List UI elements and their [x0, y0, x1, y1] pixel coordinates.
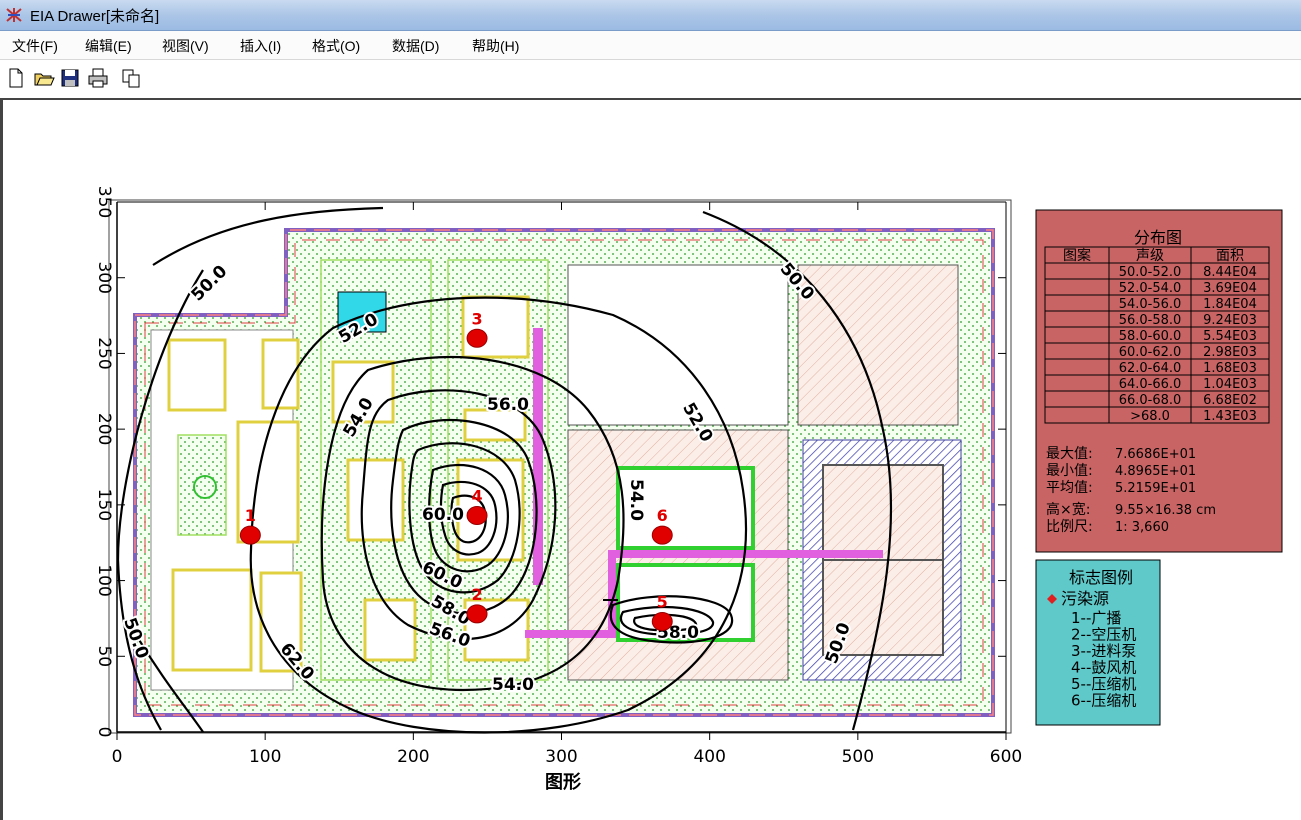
- noise-source-label: 4: [471, 486, 482, 505]
- save-icon[interactable]: [59, 67, 81, 89]
- legend-stat-label: 最小值:: [1046, 463, 1093, 479]
- title-bar: EIA Drawer[未命名]: [0, 0, 1301, 31]
- marker-legend-item: 6--压缩机: [1071, 692, 1136, 710]
- copy-icon[interactable]: [120, 67, 142, 89]
- legend-title: 分布图: [1134, 228, 1182, 247]
- legend-header: 图案: [1063, 247, 1091, 264]
- menu-file[interactable]: 文件(F): [12, 36, 58, 56]
- contour-label: 60.0: [422, 505, 464, 525]
- legend-area: 3.69E04: [1203, 281, 1257, 296]
- legend-stat-value: 4.8965E+01: [1115, 464, 1196, 479]
- x-tick-label: 300: [545, 747, 577, 767]
- legend-header: 声级: [1136, 248, 1164, 264]
- noise-source-label: 6: [657, 506, 668, 525]
- x-axis-label: 图形: [545, 772, 581, 793]
- menu-edit[interactable]: 编辑(E): [85, 36, 132, 56]
- legend-range: 64.0-66.0: [1119, 377, 1182, 392]
- legend-stat-label: 比例尺:: [1046, 519, 1093, 535]
- menu-help[interactable]: 帮助(H): [472, 36, 519, 56]
- new-icon[interactable]: [5, 67, 27, 89]
- print-icon[interactable]: [87, 67, 109, 89]
- x-tick-label: 0: [112, 747, 123, 767]
- y-tick-label: 100: [94, 564, 114, 596]
- marker-legend-item: 3--进料泵: [1071, 642, 1136, 660]
- y-tick-label: 0: [94, 727, 114, 738]
- y-tick-label: 50: [94, 645, 114, 667]
- legend-area: 1.43E03: [1203, 409, 1257, 424]
- noise-source-label: 3: [471, 309, 482, 328]
- noise-source-label: 2: [471, 585, 482, 604]
- legend-range: 66.0-68.0: [1119, 393, 1182, 408]
- legend-range: 60.0-62.0: [1119, 345, 1182, 360]
- menu-data[interactable]: 数据(D): [392, 36, 439, 56]
- marker-legend-title: 标志图例: [1069, 568, 1133, 587]
- drawing-canvas[interactable]: 0 100 200 300 400 500 600 0 50 100 150 200 250 300 35…: [0, 100, 1301, 820]
- legend-stat-label: 平均值:: [1046, 480, 1093, 496]
- x-tick-label: 400: [693, 747, 725, 767]
- legend-stat-label: 最大值:: [1046, 446, 1093, 462]
- x-tick-label: 100: [249, 747, 281, 767]
- contour-label: 54.0: [492, 675, 534, 695]
- legend-range: 62.0-64.0: [1119, 361, 1182, 376]
- contour-label: 54.0: [626, 479, 646, 521]
- legend-area: 5.54E03: [1203, 329, 1257, 344]
- legend-area: 6.68E02: [1203, 393, 1257, 408]
- legend-stat-label: 高×宽:: [1046, 501, 1090, 518]
- marker-legend-item: 5--压缩机: [1071, 675, 1136, 693]
- legend-area: 2.98E03: [1203, 345, 1257, 360]
- site-plan: [108, 199, 1012, 734]
- marker-legend-item: 1--广播: [1071, 609, 1121, 627]
- x-tick-label: 200: [397, 747, 429, 767]
- menu-format[interactable]: 格式(O): [312, 36, 360, 56]
- legend-range: 50.0-52.0: [1119, 265, 1182, 280]
- y-tick-label: 350: [94, 186, 114, 218]
- legend-area: 9.24E03: [1203, 313, 1257, 328]
- y-tick-label: 200: [94, 413, 114, 445]
- x-tick-label: 500: [842, 747, 874, 767]
- x-tick-label: 600: [990, 747, 1022, 767]
- legend-stat-value: 5.2159E+01: [1115, 481, 1196, 496]
- noise-source-marker[interactable]: [466, 328, 488, 348]
- legend-header: 面积: [1216, 248, 1244, 264]
- toolbar: [0, 60, 1301, 100]
- y-tick-label: 250: [94, 337, 114, 369]
- noise-source-marker[interactable]: [239, 525, 261, 545]
- noise-source-label: 5: [657, 592, 668, 611]
- legend-area: 1.68E03: [1203, 361, 1257, 376]
- legend-area: 8.44E04: [1203, 265, 1257, 280]
- marker-legend-item: 2--空压机: [1071, 626, 1136, 644]
- menu-view[interactable]: 视图(V): [162, 36, 209, 56]
- y-tick-label: 150: [94, 489, 114, 521]
- legend-range: 56.0-58.0: [1119, 313, 1182, 328]
- contour-map: 0 100 200 300 400 500 600 05010015020025030035…: [94, 186, 1283, 793]
- distribution-legend: 分布图 图案 声级 面积 50.0-52.0 8.44E04 52.0-54.0 3.69E…: [1035, 209, 1283, 553]
- window-title: EIA Drawer[未命名]: [30, 8, 160, 25]
- legend-stat-value: 7.6686E+01: [1115, 447, 1196, 462]
- marker-legend: 标志图例 污染源 1--广播2--空压机3--进料泵4--鼓风机5--压缩机6-…: [1035, 559, 1161, 726]
- noise-source-label: 1: [245, 506, 256, 525]
- legend-stat-value: 9.55×16.38 cm: [1115, 503, 1216, 518]
- noise-source-marker[interactable]: [651, 525, 673, 545]
- legend-range: >68.0: [1130, 409, 1170, 424]
- marker-legend-item: 4--鼓风机: [1071, 659, 1136, 677]
- noise-source-marker[interactable]: [466, 604, 488, 624]
- legend-range: 52.0-54.0: [1119, 281, 1182, 296]
- noise-source-marker[interactable]: [466, 505, 488, 525]
- legend-stat-value: 1: 3,660: [1115, 520, 1169, 535]
- legend-range: 54.0-56.0: [1119, 297, 1182, 312]
- menu-bar: 文件(F) 编辑(E) 视图(V) 插入(I) 格式(O) 数据(D) 帮助(H…: [0, 31, 1301, 60]
- marker-legend-category: 污染源: [1061, 589, 1109, 608]
- y-tick-label: 300: [94, 261, 114, 293]
- legend-range: 58.0-60.0: [1119, 329, 1182, 344]
- contour-label: 56.0: [487, 395, 529, 415]
- legend-area: 1.04E03: [1203, 377, 1257, 392]
- legend-area: 1.84E04: [1203, 297, 1257, 312]
- menu-insert[interactable]: 插入(I): [240, 36, 281, 56]
- noise-source-marker[interactable]: [651, 611, 673, 631]
- open-icon[interactable]: [33, 67, 55, 89]
- app-icon: [6, 8, 22, 22]
